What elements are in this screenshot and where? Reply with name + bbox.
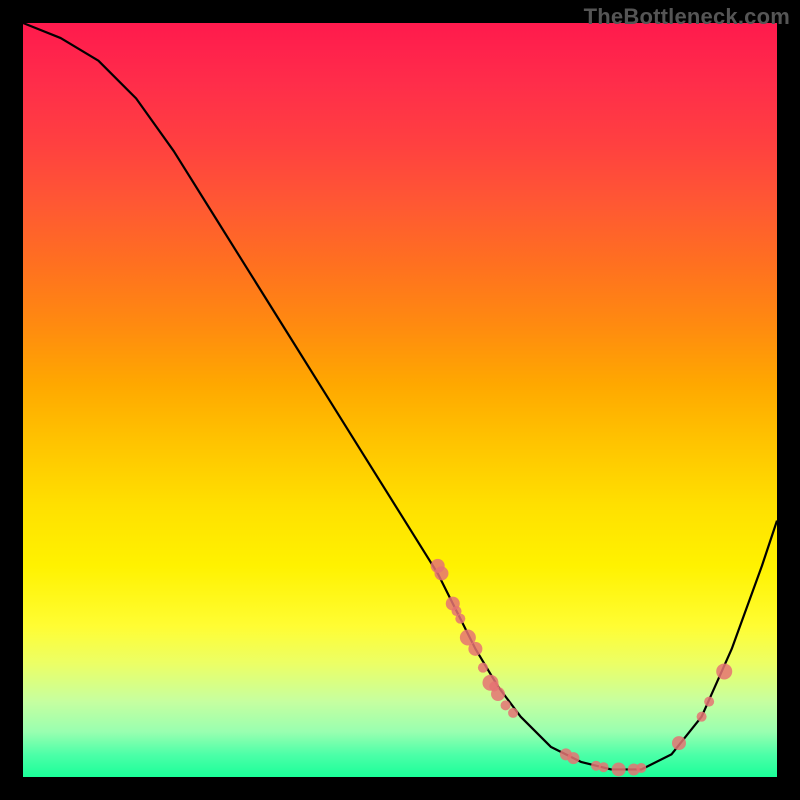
scatter-point bbox=[704, 697, 714, 707]
chart-svg bbox=[23, 23, 777, 777]
scatter-point bbox=[501, 700, 511, 710]
scatter-point bbox=[599, 762, 609, 772]
scatter-point bbox=[716, 663, 732, 679]
scatter-point bbox=[491, 687, 505, 701]
scatter-point bbox=[567, 752, 579, 764]
bottleneck-curve-path bbox=[23, 23, 777, 769]
scatter-point bbox=[508, 708, 518, 718]
scatter-point bbox=[468, 642, 482, 656]
watermark-text: TheBottleneck.com bbox=[584, 4, 790, 30]
chart-plot-area bbox=[23, 23, 777, 777]
scatter-point bbox=[697, 712, 707, 722]
scatter-point bbox=[636, 763, 646, 773]
scatter-point bbox=[612, 762, 626, 776]
chart-container: TheBottleneck.com bbox=[0, 0, 800, 800]
scatter-point bbox=[672, 736, 686, 750]
scatter-point bbox=[455, 614, 465, 624]
scatter-point bbox=[478, 663, 488, 673]
scatter-group bbox=[431, 559, 733, 777]
scatter-point bbox=[434, 566, 448, 580]
